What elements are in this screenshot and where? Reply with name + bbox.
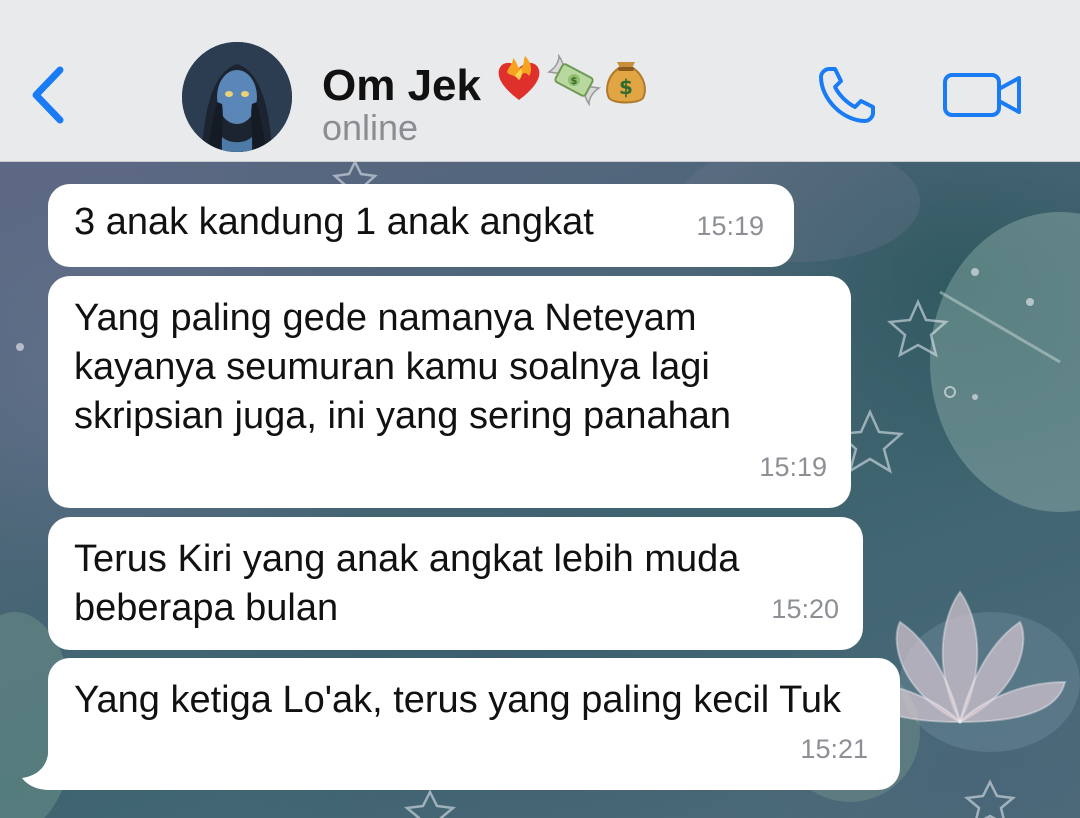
message-time: 15:21 xyxy=(800,734,868,764)
voice-call-button[interactable] xyxy=(812,62,882,132)
message-bubble[interactable]: Terus Kiri yang anak angkat lebih muda b… xyxy=(48,517,863,650)
video-camera-icon xyxy=(942,70,1024,125)
message-text: Terus Kiri yang anak angkat lebih muda b… xyxy=(74,538,740,629)
contact-name-text: Om Jek xyxy=(322,60,481,110)
name-emojis: $ $ xyxy=(493,53,649,117)
message-text: 3 anak kandung 1 anak angkat xyxy=(74,201,594,243)
back-button[interactable] xyxy=(22,62,72,132)
chat-header: Om Jek $ $ online xyxy=(0,0,1080,162)
message-time: 15:19 xyxy=(759,452,827,482)
message-time: 15:20 xyxy=(771,594,839,624)
svg-text:$: $ xyxy=(571,76,578,87)
video-call-button[interactable] xyxy=(938,62,1028,132)
message-text: Yang paling gede namanya Neteyam kayanya… xyxy=(74,297,731,437)
heart-on-fire-icon xyxy=(493,54,545,117)
message-text: Yang ketiga Lo'ak, terus yang paling kec… xyxy=(74,679,842,721)
message-bubble[interactable]: 3 anak kandung 1 anak angkat 15:19 xyxy=(48,184,794,267)
contact-status: online xyxy=(322,107,419,148)
contact-avatar[interactable] xyxy=(182,42,292,152)
money-with-wings-icon: $ xyxy=(545,53,603,117)
message-bubble[interactable]: Yang ketiga Lo'ak, terus yang paling kec… xyxy=(48,658,900,790)
message-time: 15:19 xyxy=(696,211,764,241)
message-bubble[interactable]: Yang paling gede namanya Neteyam kayanya… xyxy=(48,276,851,508)
phone-icon xyxy=(815,63,879,132)
chevron-left-icon xyxy=(28,64,66,131)
money-bag-icon: $ xyxy=(603,54,649,117)
svg-text:$: $ xyxy=(619,75,633,99)
